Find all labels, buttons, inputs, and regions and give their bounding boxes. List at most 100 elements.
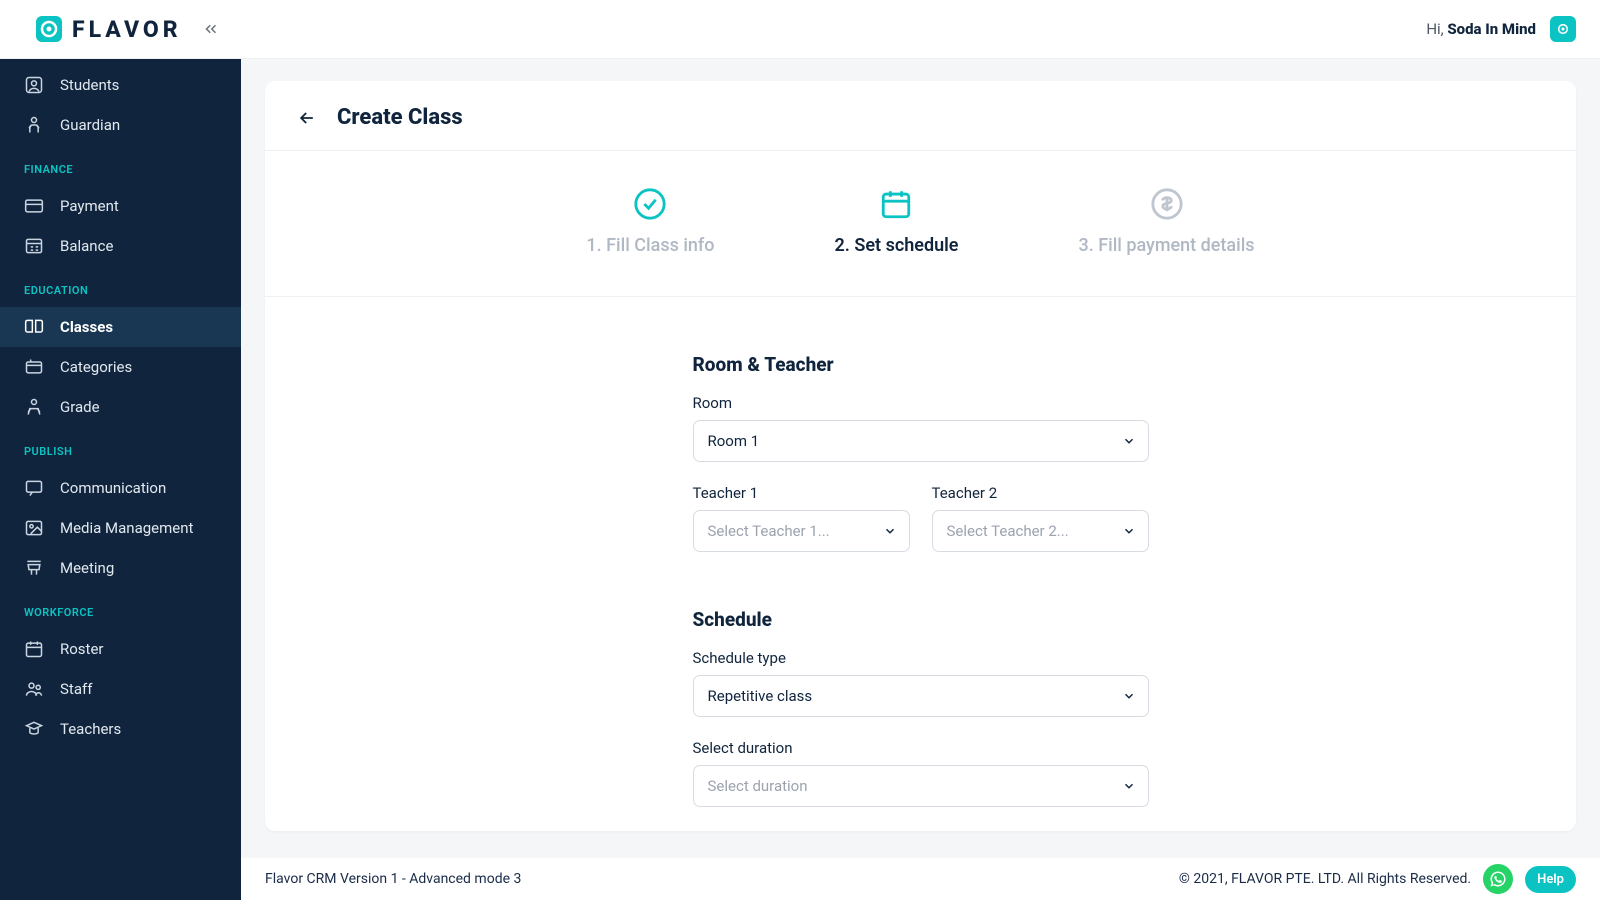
- avatar-icon: [1555, 21, 1571, 37]
- sidebar-item-label: Categories: [60, 358, 132, 376]
- book-icon: [24, 317, 44, 337]
- step-label: 1. Fill Class info: [586, 235, 714, 256]
- chevron-down-icon: [1122, 779, 1136, 793]
- duration-label: Select duration: [693, 739, 1149, 757]
- sidebar-section-finance: FINANCE: [0, 145, 241, 186]
- sidebar-item-meeting[interactable]: Meeting: [0, 548, 241, 588]
- chevron-double-left-icon: [202, 20, 220, 38]
- user-box-icon: [24, 75, 44, 95]
- greeting-username: Soda In Mind: [1447, 20, 1536, 38]
- brand-logo[interactable]: FLAVOR: [36, 16, 182, 43]
- ledger-icon: [24, 236, 44, 256]
- grade-icon: [24, 397, 44, 417]
- sidebar-item-label: Students: [60, 76, 119, 94]
- whatsapp-button[interactable]: [1483, 864, 1513, 894]
- chevron-down-icon: [1122, 524, 1136, 538]
- logo-icon: [36, 16, 62, 42]
- room-select-value: Room 1: [708, 432, 760, 450]
- sidebar-item-roster[interactable]: Roster: [0, 629, 241, 669]
- sidebar-item-payment[interactable]: Payment: [0, 186, 241, 226]
- sidebar-item-label: Classes: [60, 318, 113, 336]
- chevron-down-icon: [1122, 689, 1136, 703]
- chevron-down-icon: [883, 524, 897, 538]
- step-2[interactable]: 2. Set schedule: [835, 187, 959, 256]
- schedule-type-value: Repetitive class: [708, 687, 813, 705]
- sidebar-item-staff[interactable]: Staff: [0, 669, 241, 709]
- footer-version: Flavor CRM Version 1 - Advanced mode 3: [265, 871, 521, 887]
- room-label: Room: [693, 394, 1149, 412]
- step-label: 2. Set schedule: [835, 235, 959, 256]
- sidebar-item-categories[interactable]: Categories: [0, 347, 241, 387]
- calendar-schedule-icon: [879, 187, 913, 221]
- image-icon: [24, 518, 44, 538]
- card-header: Create Class: [265, 81, 1576, 151]
- step-1[interactable]: 1. Fill Class info: [586, 187, 714, 256]
- sidebar-section-publish: PUBLISH: [0, 427, 241, 468]
- people-icon: [24, 679, 44, 699]
- back-button[interactable]: [297, 108, 317, 128]
- sidebar: Students Guardian FINANCE Payment Balanc…: [0, 59, 241, 900]
- sidebar-item-label: Communication: [60, 479, 166, 497]
- sidebar-item-label: Meeting: [60, 559, 114, 577]
- guardian-icon: [24, 115, 44, 135]
- footer-copyright: © 2021, FLAVOR PTE. LTD. All Rights Rese…: [1179, 871, 1471, 887]
- chevron-down-icon: [1122, 434, 1136, 448]
- sidebar-item-media-management[interactable]: Media Management: [0, 508, 241, 548]
- help-button[interactable]: Help: [1525, 866, 1576, 893]
- sidebar-section-workforce: WORKFORCE: [0, 588, 241, 629]
- sidebar-item-communication[interactable]: Communication: [0, 468, 241, 508]
- sidebar-collapse-button[interactable]: [202, 20, 220, 38]
- check-circle-icon: [633, 187, 667, 221]
- help-label: Help: [1537, 872, 1564, 887]
- calendar-icon: [24, 639, 44, 659]
- teacher2-placeholder: Select Teacher 2...: [947, 522, 1069, 540]
- greeting: Hi, Soda In Mind: [1426, 20, 1536, 38]
- brand-name: FLAVOR: [72, 16, 182, 43]
- sidebar-item-label: Payment: [60, 197, 119, 215]
- podium-icon: [24, 558, 44, 578]
- sidebar-item-label: Grade: [60, 398, 100, 416]
- topbar: FLAVOR Hi, Soda In Mind: [0, 0, 1600, 59]
- teacher1-label: Teacher 1: [693, 484, 910, 502]
- card-icon: [24, 196, 44, 216]
- sidebar-item-label: Balance: [60, 237, 113, 255]
- sidebar-item-classes[interactable]: Classes: [0, 307, 241, 347]
- schedule-type-select[interactable]: Repetitive class: [693, 675, 1149, 717]
- teacher2-label: Teacher 2: [932, 484, 1149, 502]
- user-avatar[interactable]: [1550, 16, 1576, 42]
- room-select[interactable]: Room 1: [693, 420, 1149, 462]
- sidebar-item-label: Roster: [60, 640, 103, 658]
- content-area: Create Class 1. Fill Class info 2. Set s…: [241, 59, 1600, 900]
- sidebar-item-balance[interactable]: Balance: [0, 226, 241, 266]
- duration-select[interactable]: Select duration: [693, 765, 1149, 807]
- sidebar-item-label: Guardian: [60, 116, 120, 134]
- teacher1-placeholder: Select Teacher 1...: [708, 522, 830, 540]
- sidebar-section-education: EDUCATION: [0, 266, 241, 307]
- step-label: 3. Fill payment details: [1078, 235, 1254, 256]
- teacher1-select[interactable]: Select Teacher 1...: [693, 510, 910, 552]
- step-3[interactable]: 3. Fill payment details: [1078, 187, 1254, 256]
- sidebar-item-label: Staff: [60, 680, 92, 698]
- sidebar-item-grade[interactable]: Grade: [0, 387, 241, 427]
- whatsapp-icon: [1489, 870, 1507, 888]
- form-area: Room & Teacher Room Room 1 Teac: [265, 297, 1576, 831]
- schedule-type-label: Schedule type: [693, 649, 1149, 667]
- arrow-left-icon: [297, 108, 317, 128]
- teacher-icon: [24, 719, 44, 739]
- main-card: Create Class 1. Fill Class info 2. Set s…: [265, 81, 1576, 831]
- stepper: 1. Fill Class info 2. Set schedule 3. Fi…: [265, 151, 1576, 297]
- sidebar-item-teachers[interactable]: Teachers: [0, 709, 241, 749]
- folder-icon: [24, 357, 44, 377]
- greeting-prefix: Hi,: [1426, 20, 1447, 38]
- page-title: Create Class: [337, 105, 463, 130]
- sidebar-item-label: Teachers: [60, 720, 121, 738]
- section-schedule-title: Schedule: [693, 608, 1149, 631]
- sidebar-item-guardian[interactable]: Guardian: [0, 105, 241, 145]
- teacher2-select[interactable]: Select Teacher 2...: [932, 510, 1149, 552]
- chat-icon: [24, 478, 44, 498]
- section-room-teacher-title: Room & Teacher: [693, 353, 1149, 376]
- dollar-circle-icon: [1150, 187, 1184, 221]
- duration-placeholder: Select duration: [708, 777, 808, 795]
- footer: Flavor CRM Version 1 - Advanced mode 3 ©…: [241, 858, 1600, 900]
- sidebar-item-students[interactable]: Students: [0, 65, 241, 105]
